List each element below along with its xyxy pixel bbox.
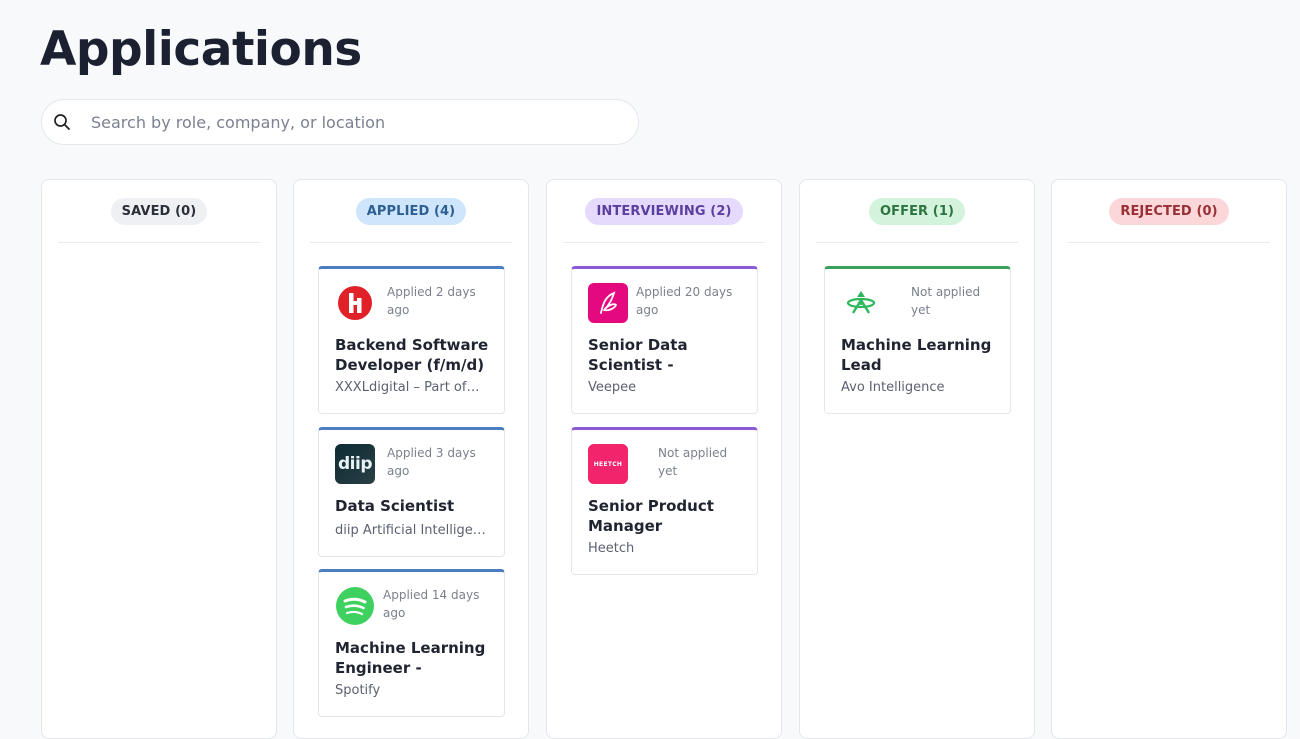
column-label-interviewing: INTERVIEWING (2) bbox=[585, 197, 743, 225]
job-card[interactable]: Applied 20 days ago Senior Data Scientis… bbox=[571, 266, 758, 414]
column-header: INTERVIEWING (2) bbox=[563, 180, 765, 243]
column-header: REJECTED (0) bbox=[1068, 180, 1270, 243]
job-card[interactable]: HEETCH Not applied yet Senior Product Ma… bbox=[571, 427, 758, 575]
diip-logo: diip bbox=[335, 444, 375, 484]
company-name: Spotify bbox=[335, 683, 381, 698]
heetch-logo-text: HEETCH bbox=[593, 460, 623, 468]
heetch-logo: HEETCH bbox=[588, 444, 628, 484]
column-header: APPLIED (4) bbox=[310, 180, 512, 243]
column-label-applied: APPLIED (4) bbox=[355, 197, 467, 225]
column-label-offer: OFFER (1) bbox=[868, 197, 966, 225]
job-card[interactable]: Applied 2 days ago Backend Software Deve… bbox=[318, 266, 505, 414]
company-name: XXXLdigital – Part of… bbox=[335, 380, 480, 395]
job-title: Senior Data Scientist - Permanent bbox=[588, 336, 688, 374]
company-name: Heetch bbox=[588, 541, 635, 556]
job-title: Data Scientist bbox=[335, 497, 455, 515]
page-title: Applications bbox=[40, 22, 362, 77]
job-title: Backend Software Developer (f/m/d) bbox=[335, 336, 489, 374]
xxxl-logo bbox=[335, 283, 375, 323]
job-card[interactable]: diip Applied 3 days ago Data Scientist d… bbox=[318, 427, 505, 557]
column-interviewing: INTERVIEWING (2) Applied 20 days ago Sen… bbox=[546, 179, 782, 739]
spotify-logo bbox=[335, 586, 375, 626]
avo-logo bbox=[841, 283, 881, 323]
column-offer: OFFER (1) Not applied yet Machine Learni… bbox=[799, 179, 1035, 739]
application-status: Not applied yet bbox=[911, 285, 981, 317]
job-card[interactable]: Applied 14 days ago Machine Learning Eng… bbox=[318, 569, 505, 717]
search-bar[interactable] bbox=[41, 99, 639, 145]
company-name: Avo Intelligence bbox=[841, 380, 945, 395]
column-rejected: REJECTED (0) bbox=[1051, 179, 1287, 739]
diip-logo-text: diip bbox=[338, 454, 373, 474]
job-title: Machine Learning Engineer - Content… bbox=[335, 639, 486, 677]
application-status: Applied 20 days ago bbox=[636, 285, 733, 317]
column-label-saved: SAVED (0) bbox=[110, 197, 208, 225]
search-input[interactable] bbox=[89, 111, 613, 133]
application-status: Applied 3 days ago bbox=[387, 446, 476, 478]
application-status: Applied 2 days ago bbox=[387, 285, 476, 317]
application-status: Applied 14 days ago bbox=[383, 588, 480, 620]
company-name: diip Artificial Intelligence bbox=[335, 523, 490, 538]
veepee-logo bbox=[588, 283, 628, 323]
search-icon bbox=[53, 113, 71, 131]
job-title: Machine Learning Lead bbox=[841, 336, 992, 374]
job-card[interactable]: Not applied yet Machine Learning Lead Av… bbox=[824, 266, 1011, 414]
company-name: Veepee bbox=[588, 380, 637, 395]
column-saved: SAVED (0) bbox=[41, 179, 277, 739]
column-applied: APPLIED (4) Applied 2 days ago Backend S… bbox=[293, 179, 529, 739]
application-status: Not applied yet bbox=[658, 446, 728, 478]
column-header: OFFER (1) bbox=[816, 180, 1018, 243]
job-title: Senior Product Manager bbox=[588, 497, 714, 535]
column-header: SAVED (0) bbox=[58, 180, 260, 243]
column-label-rejected: REJECTED (0) bbox=[1109, 197, 1229, 225]
